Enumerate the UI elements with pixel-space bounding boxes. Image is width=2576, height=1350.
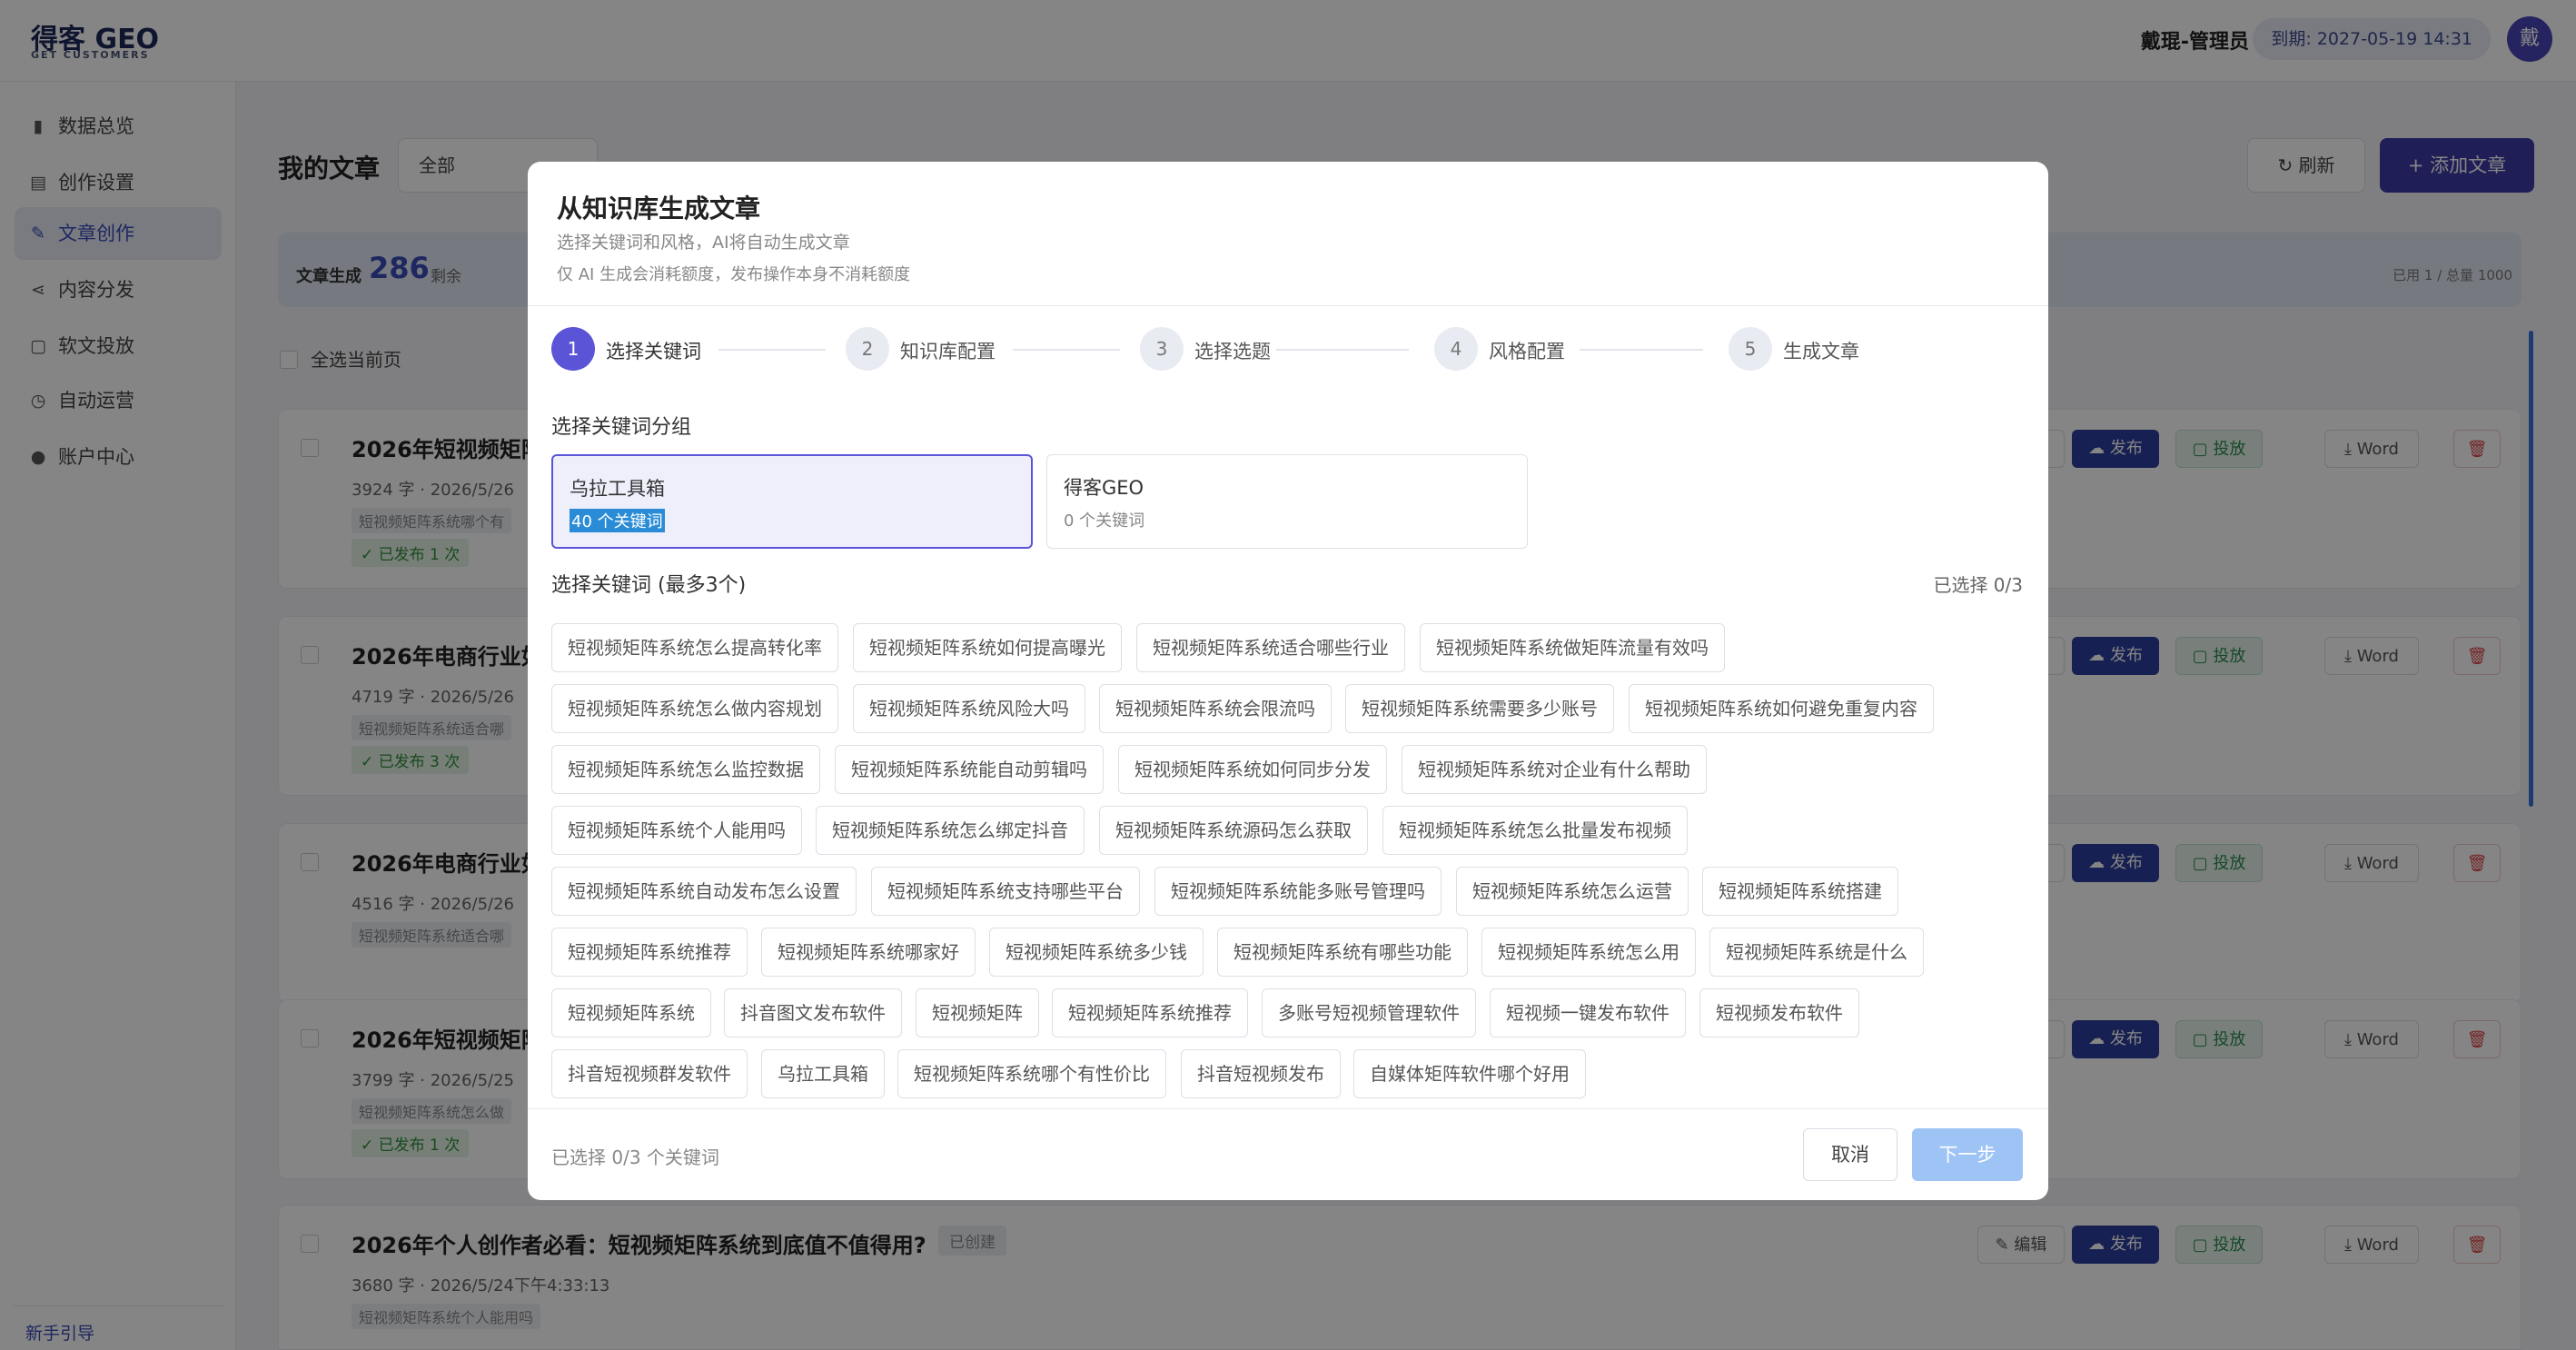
keyword-chip[interactable]: 短视频矩阵系统能自动剪辑吗 <box>835 745 1104 794</box>
keyword-chip[interactable]: 短视频矩阵系统风险大吗 <box>853 684 1085 733</box>
step-connector <box>718 349 826 351</box>
group-name: 乌拉工具箱 <box>570 478 665 500</box>
keyword-chip-row: 短视频矩阵系统怎么做内容规划 短视频矩阵系统风险大吗 短视频矩阵系统会限流吗 短视频矩… <box>551 684 2023 735</box>
divider <box>528 305 2048 306</box>
cancel-button[interactable]: 取消 <box>1803 1128 1897 1181</box>
keyword-chip[interactable]: 短视频矩阵系统源码怎么获取 <box>1099 806 1368 855</box>
keyword-chip[interactable]: 短视频矩阵系统需要多少账号 <box>1345 684 1614 733</box>
keyword-chip[interactable]: 短视频矩阵系统支持哪些平台 <box>871 867 1140 916</box>
keyword-chip-row: 短视频矩阵系统怎么提高转化率 短视频矩阵系统如何提高曝光 短视频矩阵系统适合哪些行业… <box>551 623 2023 674</box>
keyword-chip[interactable]: 短视频矩阵系统是什么 <box>1709 928 1924 977</box>
next-step-button[interactable]: 下一步 <box>1912 1128 2023 1181</box>
keyword-chip[interactable]: 短视频矩阵系统能多账号管理吗 <box>1154 867 1442 916</box>
generate-article-modal: 从知识库生成文章 选择关键词和风格，AI将自动生成文章 仅 AI 生成会消耗额度… <box>528 162 2048 1200</box>
keyword-chip[interactable]: 短视频矩阵系统做矩阵流量有效吗 <box>1420 623 1725 672</box>
keyword-chip[interactable]: 短视频矩阵系统推荐 <box>1052 988 1248 1037</box>
keyword-chip[interactable]: 短视频矩阵系统怎么运营 <box>1456 867 1689 916</box>
modal-title: 从知识库生成文章 <box>557 194 761 223</box>
keyword-chip[interactable]: 短视频矩阵系统如何提高曝光 <box>853 623 1122 672</box>
keyword-chip[interactable]: 短视频矩阵系统有哪些功能 <box>1217 928 1468 977</box>
footer-selection-status: 已选择 0/3 个关键词 <box>551 1147 719 1168</box>
modal-quota-note: 仅 AI 生成会消耗额度，发布操作本身不消耗额度 <box>557 265 911 284</box>
keyword-chip-row: 短视频矩阵系统自动发布怎么设置 短视频矩阵系统支持哪些平台 短视频矩阵系统能多账号管… <box>551 867 2023 918</box>
step-style-config: 4 风格配置 <box>1434 327 1616 372</box>
step-connector <box>1013 349 1120 351</box>
keyword-chip[interactable]: 短视频矩阵系统怎么提高转化率 <box>551 623 838 672</box>
step-select-topic: 3 选择选题 <box>1140 327 1322 372</box>
keyword-chip[interactable]: 短视频矩阵系统会限流吗 <box>1099 684 1332 733</box>
keyword-chip[interactable]: 短视频矩阵系统多少钱 <box>989 928 1204 977</box>
keyword-chip[interactable]: 短视频矩阵系统对企业有什么帮助 <box>1402 745 1707 794</box>
keyword-chip[interactable]: 多账号短视频管理软件 <box>1262 988 1476 1037</box>
step-label: 选择关键词 <box>606 341 701 362</box>
keyword-chip[interactable]: 短视频矩阵系统自动发布怎么设置 <box>551 867 857 916</box>
keyword-chip-row: 短视频矩阵系统 抖音图文发布软件 短视频矩阵 短视频矩阵系统推荐 多账号短视频管理软件短… <box>551 988 2023 1039</box>
keyword-chip[interactable]: 乌拉工具箱 <box>761 1049 885 1098</box>
keyword-chip[interactable]: 短视频矩阵系统怎么监控数据 <box>551 745 820 794</box>
keyword-chip[interactable]: 短视频矩阵系统如何避免重复内容 <box>1629 684 1934 733</box>
modal-subtitle: 选择关键词和风格，AI将自动生成文章 <box>557 233 850 253</box>
keyword-chip-row: 短视频矩阵系统个人能用吗 短视频矩阵系统怎么绑定抖音 短视频矩阵系统源码怎么获取 短视… <box>551 806 2023 857</box>
keyword-chip[interactable]: 抖音短视频发布 <box>1181 1049 1341 1098</box>
keyword-chip[interactable]: 短视频矩阵系统个人能用吗 <box>551 806 802 855</box>
keyword-chip[interactable]: 短视频发布软件 <box>1699 988 1859 1037</box>
divider <box>528 1108 2048 1109</box>
keyword-chip[interactable]: 短视频矩阵系统推荐 <box>551 928 748 977</box>
step-label: 知识库配置 <box>900 341 996 362</box>
keyword-chip[interactable]: 短视频一键发布软件 <box>1490 988 1686 1037</box>
step-knowledge-config: 2 知识库配置 <box>846 327 1027 372</box>
keyword-chip[interactable]: 短视频矩阵系统怎么做内容规划 <box>551 684 838 733</box>
keyword-section-label: 选择关键词 (最多3个) <box>551 574 747 597</box>
keyword-chip-row: 短视频矩阵系统推荐 短视频矩阵系统哪家好 短视频矩阵系统多少钱 短视频矩阵系统有哪些功… <box>551 928 2023 978</box>
group-keyword-count: 0 个关键词 <box>1064 511 1145 531</box>
keyword-chip-area: 短视频矩阵系统怎么提高转化率 短视频矩阵系统如何提高曝光 短视频矩阵系统适合哪些行业… <box>551 623 2023 1098</box>
step-number: 5 <box>1729 327 1772 371</box>
keyword-chip[interactable]: 短视频矩阵系统哪家好 <box>761 928 976 977</box>
group-name: 得客GEO <box>1064 477 1144 499</box>
keyword-chip[interactable]: 短视频矩阵 <box>916 988 1039 1037</box>
step-label: 风格配置 <box>1489 341 1565 362</box>
step-number: 1 <box>551 327 595 371</box>
keyword-selected-count: 已选择 0/3 <box>1933 574 2023 596</box>
step-label: 选择选题 <box>1194 341 1271 362</box>
group-keyword-count: 40 个关键词 <box>570 509 665 532</box>
step-select-keywords: 1 选择关键词 <box>551 327 733 372</box>
step-generate-article: 5 生成文章 <box>1729 327 1910 372</box>
keyword-chip[interactable]: 短视频矩阵系统 <box>551 988 711 1037</box>
group-section-label: 选择关键词分组 <box>551 416 692 439</box>
keyword-chip[interactable]: 短视频矩阵系统哪个有性价比 <box>897 1049 1166 1098</box>
keyword-group-card[interactable]: 得客GEO 0 个关键词 <box>1046 454 1528 549</box>
keyword-chip[interactable]: 短视频矩阵系统如何同步分发 <box>1118 745 1387 794</box>
keyword-chip-row: 短视频矩阵系统怎么监控数据 短视频矩阵系统能自动剪辑吗 短视频矩阵系统如何同步分发短… <box>551 745 2023 796</box>
keyword-chip[interactable]: 短视频矩阵系统怎么绑定抖音 <box>816 806 1085 855</box>
keyword-chip[interactable]: 短视频矩阵系统适合哪些行业 <box>1136 623 1405 672</box>
keyword-chip[interactable]: 短视频矩阵系统怎么用 <box>1481 928 1696 977</box>
keyword-chip[interactable]: 抖音图文发布软件 <box>724 988 902 1037</box>
keyword-chip[interactable]: 自媒体矩阵软件哪个好用 <box>1353 1049 1586 1098</box>
keyword-chip[interactable]: 短视频矩阵系统搭建 <box>1702 867 1898 916</box>
step-number: 2 <box>846 327 889 371</box>
keyword-chip[interactable]: 短视频矩阵系统怎么批量发布视频 <box>1382 806 1688 855</box>
keyword-group-card[interactable]: 乌拉工具箱 40 个关键词 <box>551 454 1033 549</box>
step-label: 生成文章 <box>1783 341 1859 362</box>
step-number: 3 <box>1140 327 1184 371</box>
keyword-chip-row: 抖音短视频群发软件 乌拉工具箱 短视频矩阵系统哪个有性价比 抖音短视频发布 自媒体矩阵软… <box>551 1049 2023 1100</box>
keyword-chip[interactable]: 抖音短视频群发软件 <box>551 1049 748 1098</box>
step-number: 4 <box>1434 327 1478 371</box>
